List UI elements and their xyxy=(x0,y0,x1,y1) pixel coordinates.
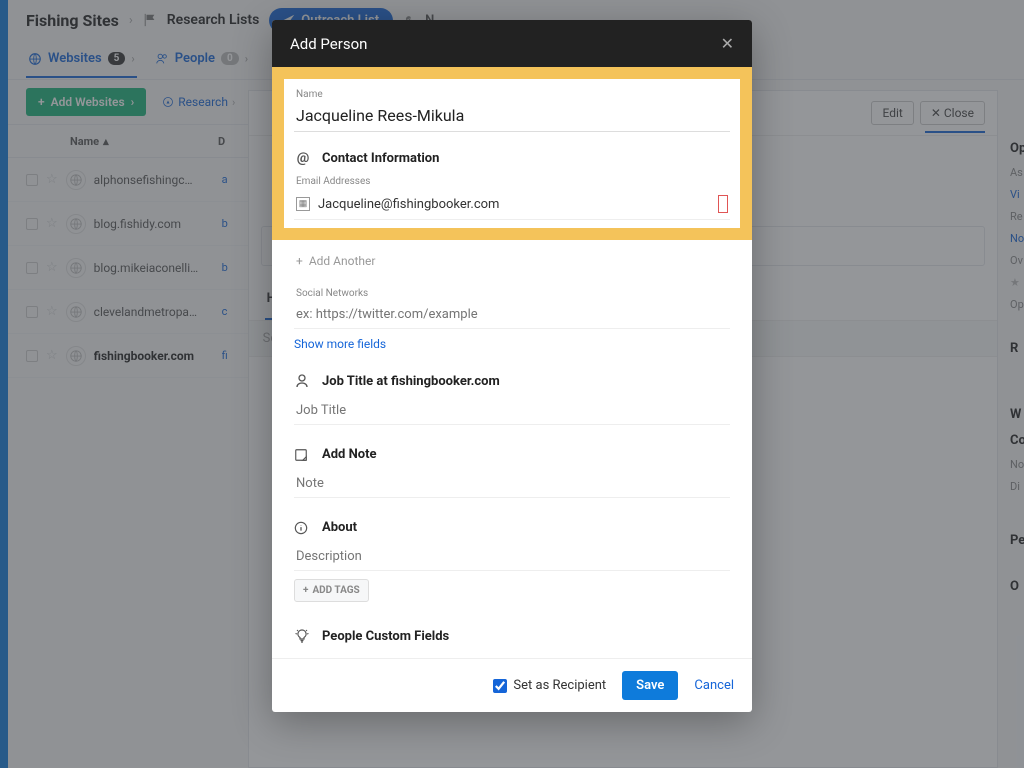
cancel-button[interactable]: Cancel xyxy=(694,678,734,693)
note-icon xyxy=(294,448,312,462)
at-icon: @ xyxy=(294,150,312,166)
building-icon: ▦ xyxy=(296,197,310,211)
contact-info-heading: Contact Information xyxy=(322,151,439,166)
email-label: Email Addresses xyxy=(296,176,728,187)
lightbulb-icon xyxy=(294,628,312,644)
info-icon xyxy=(294,521,312,535)
email-status-indicator xyxy=(718,195,728,213)
add-tags-button[interactable]: + ADD TAGS xyxy=(294,579,369,602)
social-input[interactable] xyxy=(294,303,730,329)
person-badge-icon xyxy=(294,373,312,389)
show-more-fields-link[interactable]: Show more fields xyxy=(294,329,386,355)
modal-overlay[interactable]: Add Person ✕ Name @ Contact Information … xyxy=(0,0,1024,768)
add-person-modal: Add Person ✕ Name @ Contact Information … xyxy=(272,20,752,712)
jobtitle-heading: Job Title at fishingbooker.com xyxy=(322,374,500,389)
description-input[interactable] xyxy=(294,545,730,571)
addnote-heading: Add Note xyxy=(322,447,377,462)
set-recipient-checkbox[interactable]: Set as Recipient xyxy=(493,678,606,693)
custom-fields-heading: People Custom Fields xyxy=(322,629,449,644)
plus-icon: + xyxy=(296,254,303,268)
modal-close-icon[interactable]: ✕ xyxy=(721,34,734,53)
modal-title: Add Person xyxy=(290,35,367,53)
name-input[interactable] xyxy=(294,102,730,132)
jobtitle-input[interactable] xyxy=(294,399,730,425)
add-another-email[interactable]: + Add Another xyxy=(294,248,730,274)
email-value: Jacqueline@fishingbooker.com xyxy=(318,197,499,212)
save-button[interactable]: Save xyxy=(622,671,678,700)
note-input[interactable] xyxy=(294,472,730,498)
plus-icon: + xyxy=(303,585,308,596)
highlighted-region: Name @ Contact Information Email Address… xyxy=(272,67,752,240)
email-row[interactable]: ▦ Jacqueline@fishingbooker.com xyxy=(294,191,730,220)
about-heading: About xyxy=(322,520,357,535)
set-recipient-input[interactable] xyxy=(493,679,507,693)
social-label: Social Networks xyxy=(296,288,728,299)
name-label: Name xyxy=(296,89,730,100)
